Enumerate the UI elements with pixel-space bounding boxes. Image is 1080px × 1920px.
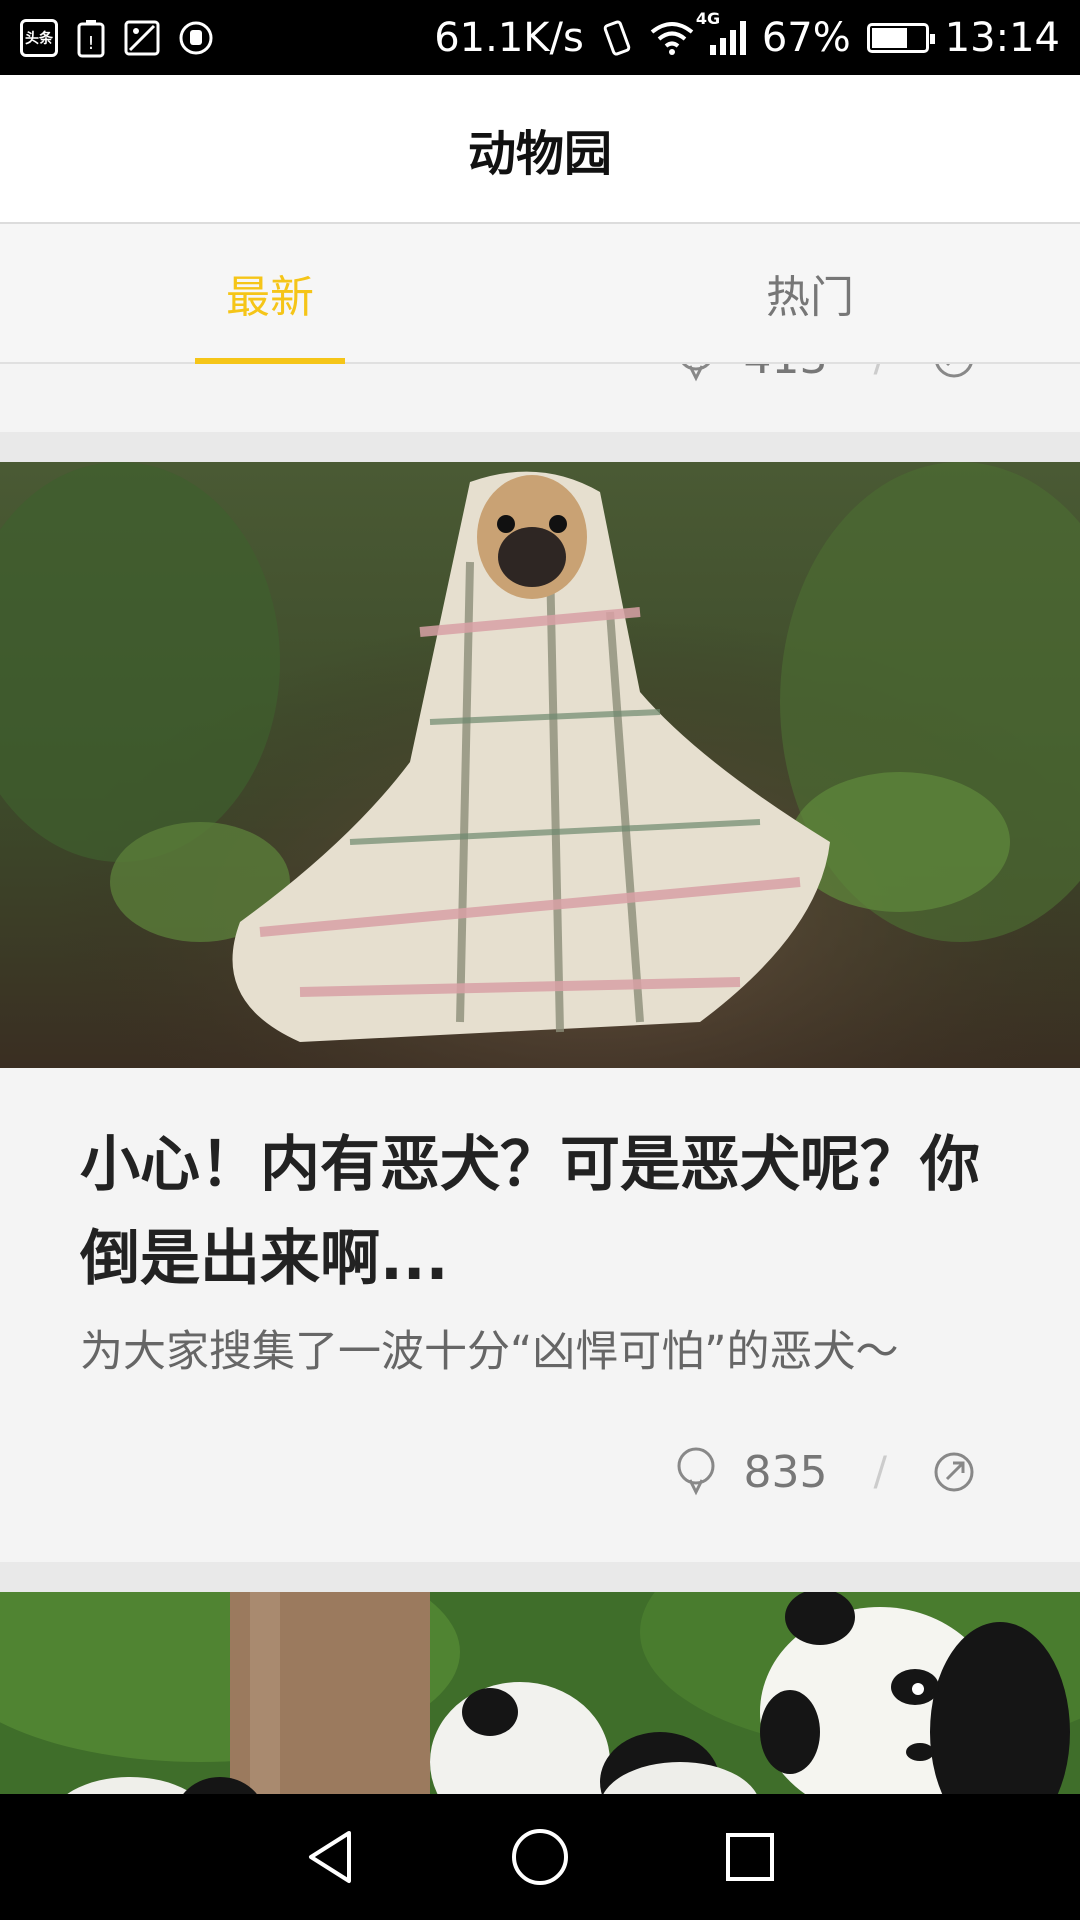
page-title: 动物园 [467,125,612,182]
home-icon [512,1829,568,1885]
article-cover-image[interactable] [0,1592,1080,1794]
article-meta: 835 / [0,1382,1080,1562]
comment-icon[interactable] [676,1446,716,1498]
card-separator [0,1562,1080,1592]
vibrate-icon [603,20,631,55]
comment-icon[interactable] [676,364,716,384]
card-separator [0,432,1080,462]
recents-icon [726,1833,774,1881]
share-icon[interactable] [933,1451,975,1493]
status-indicators: 61.1K/s 4G 67% 13:14 [434,9,1060,61]
hand-icon [179,21,213,54]
article-title[interactable]: 小心！内有恶犬？可是恶犬呢？你倒是出来啊... [80,1118,1000,1306]
battery-icon [866,22,935,53]
wifi-icon [650,21,694,55]
network-speed: 61.1K/s [434,14,584,61]
partial-article-card[interactable]: 413 / [0,364,1080,432]
meta-divider: / [873,1449,887,1495]
tab-popular[interactable]: 热门 [540,224,1080,362]
app-header: 动物园 [0,75,1080,224]
back-icon [309,1831,351,1883]
tab-bar: 最新 热门 [0,224,1080,364]
notification-icons: 头条 ! [20,18,214,58]
share-icon[interactable] [933,364,975,379]
toutiao-label: 头条 [25,30,53,47]
cell-signal: 4G [696,9,746,55]
recents-button[interactable] [720,1827,780,1887]
comment-count: 835 [743,1446,828,1498]
toutiao-app-icon: 头条 [20,18,58,57]
home-button[interactable] [510,1827,570,1887]
battery-warning-icon: ! [77,19,105,57]
article-meta: 413 / [0,364,1080,384]
network-type: 4G [695,8,721,28]
article-cover-image[interactable] [0,462,1080,1068]
article-card[interactable]: 小心！内有恶犬？可是恶犬呢？你倒是出来啊... 为大家搜集了一波十分“凶悍可怕”… [0,462,1080,1562]
tab-latest[interactable]: 最新 [0,224,540,362]
image-icon [124,20,160,55]
comment-count: 413 [744,364,828,384]
article-summary: 为大家搜集了一波十分“凶悍可怕”的恶犬～ [80,1327,899,1377]
back-button[interactable] [300,1827,360,1887]
article-feed[interactable]: 413 / [0,364,1080,1794]
status-bar: 头条 ! 61.1K/s 4G 67% 13:14 [0,0,1080,75]
svg-text:!: ! [87,33,94,54]
article-card[interactable] [0,1592,1080,1794]
meta-divider: / [874,364,887,381]
screen: 头条 ! 61.1K/s 4G 67% 13:14 动物园 最新 热门 小心！内… [0,0,1080,1920]
system-nav-bar [0,1794,1080,1920]
clock: 13:14 [944,14,1060,61]
battery-fill [871,27,907,48]
battery-percent: 67% [761,14,851,61]
article-body: 小心！内有恶犬？可是恶犬呢？你倒是出来啊... 为大家搜集了一波十分“凶悍可怕”… [0,1068,1080,1382]
